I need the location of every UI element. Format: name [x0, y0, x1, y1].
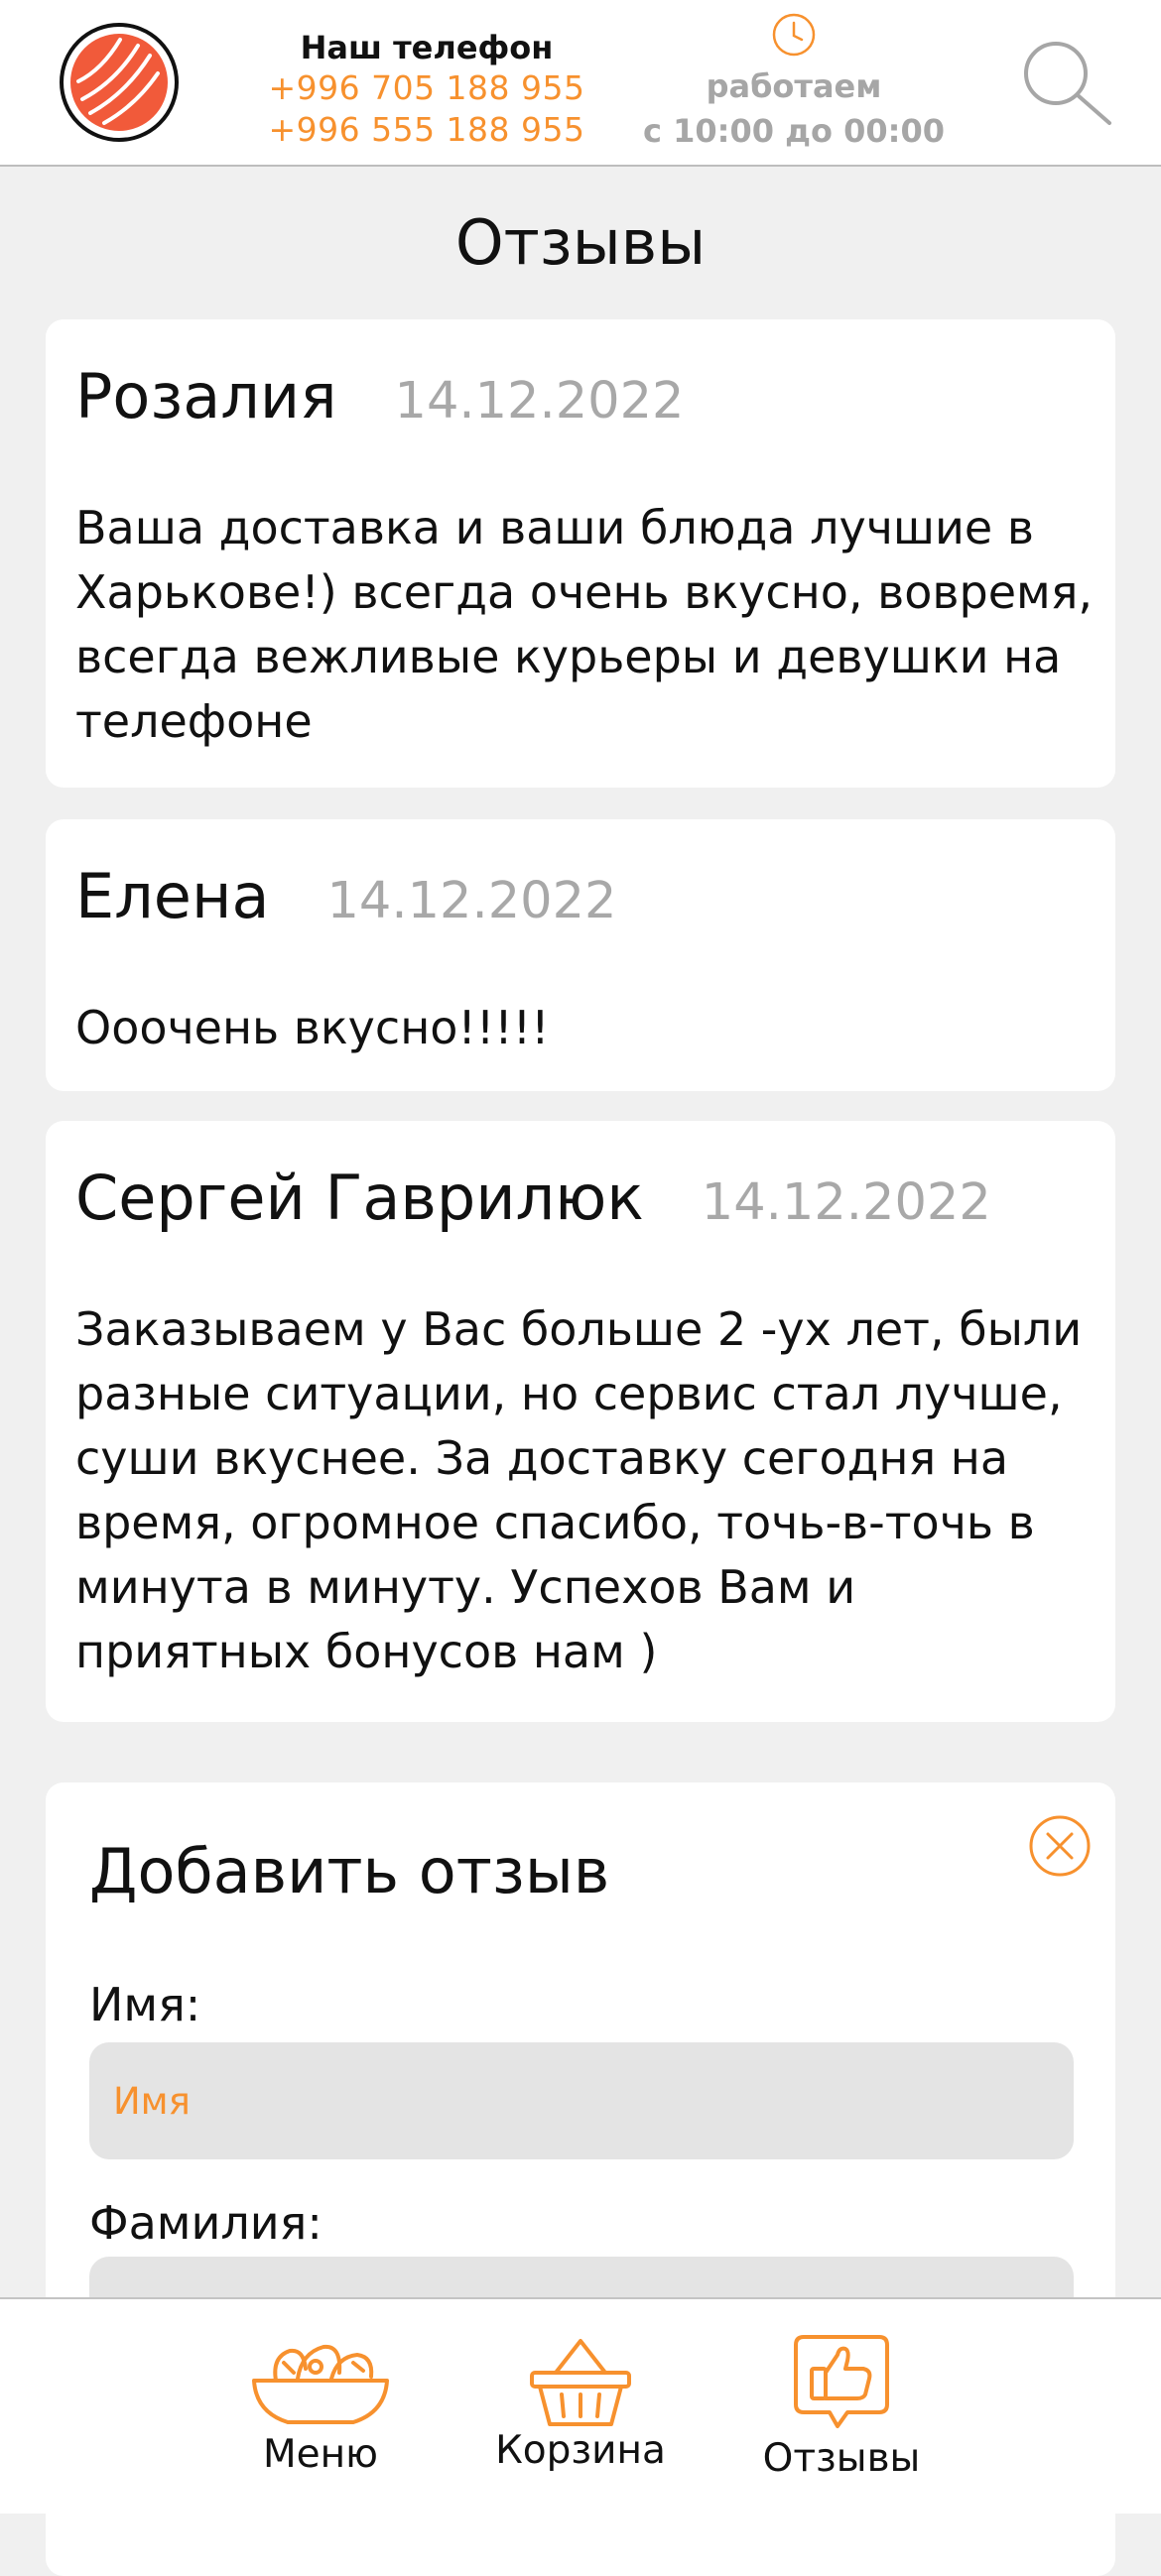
nav-item-cart[interactable]: Корзина	[461, 2299, 700, 2514]
nav-label-cart: Корзина	[495, 2428, 666, 2473]
first-name-label: Имя:	[89, 1978, 201, 2031]
header: Наш телефон +996 705 188 955 +996 555 18…	[0, 0, 1161, 167]
review-text: Ооочень вкусно!!!!!	[75, 1001, 550, 1054]
basket-icon	[530, 2339, 631, 2426]
nav-item-menu[interactable]: Меню	[201, 2299, 440, 2514]
review-header: Сергей Гаврилюк 14.12.2022	[75, 1159, 991, 1243]
hours-label: работаем	[706, 67, 882, 105]
review-author: Розалия	[75, 360, 337, 432]
review-date: 14.12.2022	[326, 872, 617, 930]
bottom-nav: Меню Корзина Отзывы	[0, 2297, 1161, 2514]
review-header: Елена 14.12.2022	[75, 857, 617, 941]
phone-block: Наш телефон +996 705 188 955 +996 555 18…	[268, 28, 585, 151]
review-card: Елена 14.12.2022 Ооочень вкусно!!!!!	[46, 819, 1115, 1091]
nav-item-reviews[interactable]: Отзывы	[722, 2299, 961, 2514]
review-author: Сергей Гаврилюк	[75, 1162, 644, 1234]
phone-number-1[interactable]: +996 705 188 955	[268, 67, 585, 109]
clock-icon	[772, 13, 816, 57]
review-card: Сергей Гаврилюк 14.12.2022 Заказываем у В…	[46, 1121, 1115, 1722]
salad-bowl-icon	[252, 2344, 389, 2424]
nav-label-menu: Меню	[263, 2432, 378, 2477]
review-text: Заказываем у Вас больше 2 -ух лет, были …	[75, 1302, 1083, 1678]
review-author: Елена	[75, 860, 270, 932]
review-card: Розалия 14.12.2022 Ваша доставка и ваши б…	[46, 319, 1115, 788]
last-name-label: Фамилия:	[89, 2196, 322, 2250]
review-header: Розалия 14.12.2022	[75, 357, 685, 441]
working-hours: работаем с 10:00 до 00:00	[635, 12, 953, 153]
close-circle-icon[interactable]	[1028, 1814, 1092, 1878]
phone-title: Наш телефон	[300, 29, 554, 66]
search-icon[interactable]	[1016, 36, 1115, 127]
review-date: 14.12.2022	[701, 1173, 991, 1232]
first-name-input[interactable]	[89, 2042, 1074, 2159]
page-title: Отзывы	[454, 206, 707, 279]
review-text: Ваша доставка и ваши блюда лучшие в Харь…	[75, 501, 1094, 748]
nav-label-reviews: Отзывы	[762, 2436, 921, 2481]
thumbs-up-icon	[794, 2335, 889, 2428]
phone-number-2[interactable]: +996 555 188 955	[268, 109, 585, 151]
review-date: 14.12.2022	[394, 372, 685, 430]
salmon-roll-logo[interactable]	[59, 22, 180, 143]
form-title: Добавить отзыв	[89, 1835, 610, 1907]
hours-time: с 10:00 до 00:00	[643, 112, 945, 150]
